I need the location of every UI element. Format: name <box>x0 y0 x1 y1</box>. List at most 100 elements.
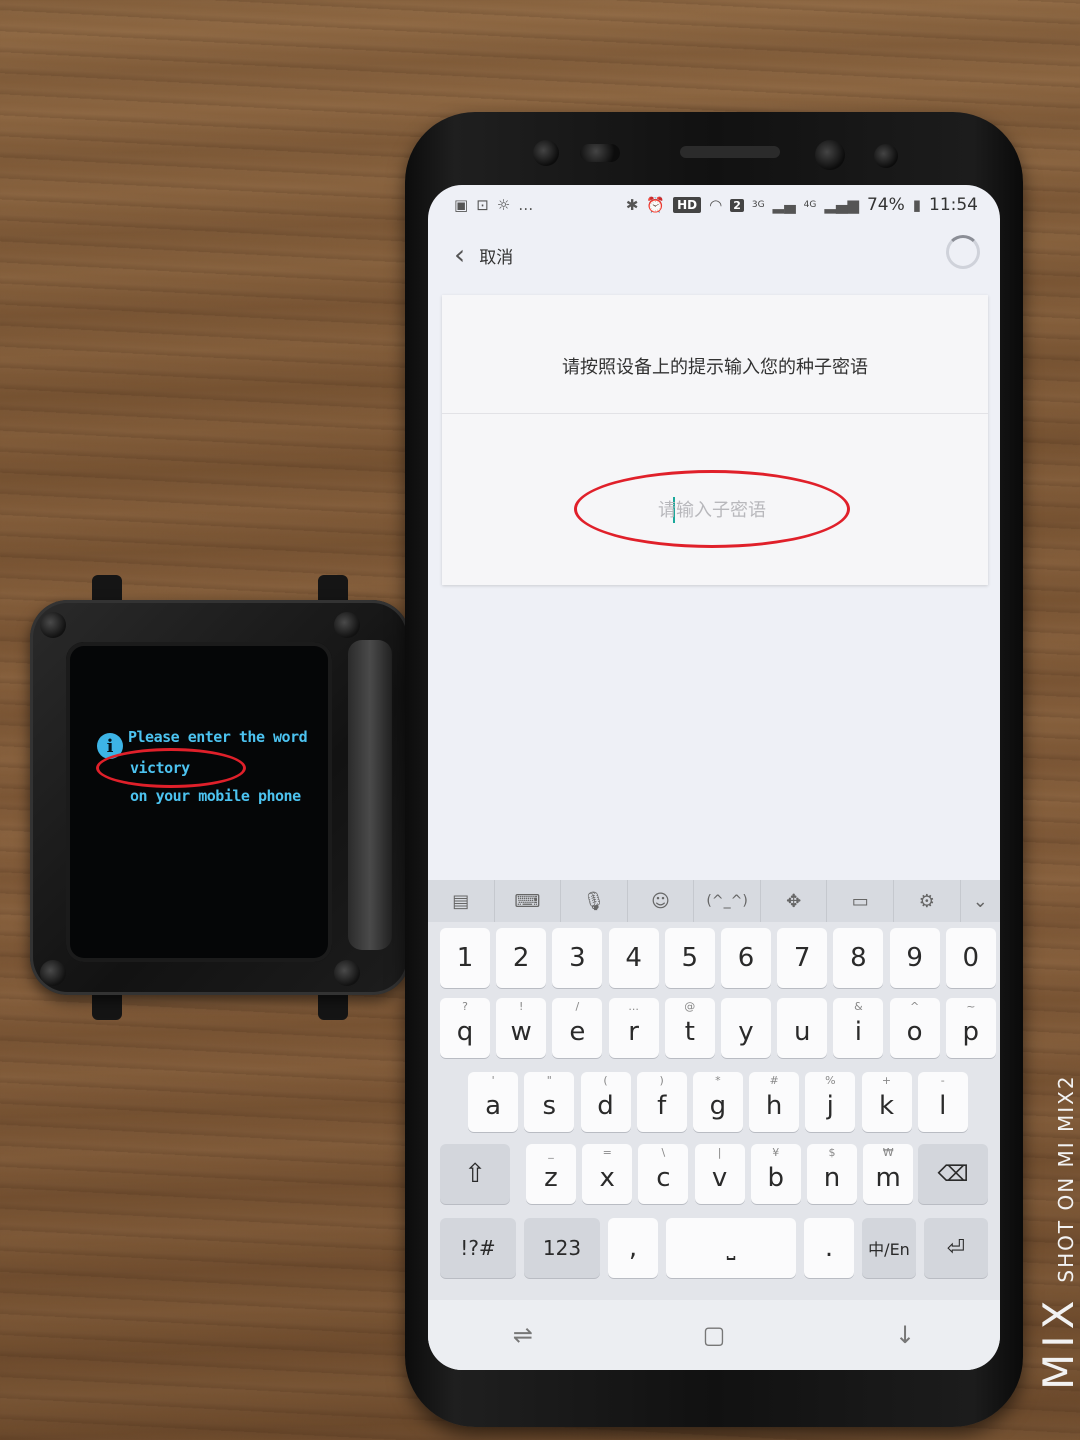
key-3[interactable]: 3 <box>552 928 603 988</box>
back-chevron-icon[interactable]: ‹ <box>454 241 465 269</box>
key-secondary-symbol: _ <box>548 1146 554 1159</box>
key-5[interactable]: 5 <box>664 928 715 988</box>
key-secondary-symbol: ( <box>603 1074 608 1087</box>
back-icon[interactable]: ↓ <box>895 1321 915 1349</box>
key-label: n <box>823 1163 841 1193</box>
watch-side-buttons <box>348 640 392 950</box>
chevron-down-icon[interactable]: ⌄ <box>961 880 1000 922</box>
period-key[interactable]: . <box>804 1218 854 1278</box>
key-secondary-symbol: # <box>769 1074 779 1087</box>
space-key[interactable]: ⎵ <box>666 1218 796 1278</box>
navigation-bar: ⇌ ▢ ↓ <box>428 1300 1000 1370</box>
key-label: g <box>709 1091 727 1121</box>
key-p[interactable]: ~ p <box>945 998 996 1058</box>
kaomoji-button[interactable]: (^_^) <box>694 880 761 922</box>
watch-screw <box>40 612 66 638</box>
key-label: 中/En <box>868 1240 910 1259</box>
key-g[interactable]: * g <box>692 1072 743 1132</box>
settings-icon[interactable]: ⚙ <box>894 880 961 922</box>
key-c[interactable]: \ c <box>638 1144 689 1204</box>
watch-instruction-line3: on your mobile phone <box>130 787 301 805</box>
clock: 11:54 <box>929 195 978 215</box>
key-z[interactable]: _ z <box>526 1144 576 1204</box>
numbers-key[interactable]: 123 <box>524 1218 600 1278</box>
key-label: 123 <box>542 1236 582 1260</box>
emoji-icon[interactable]: ☺ <box>628 880 695 922</box>
phone-speaker <box>680 146 780 158</box>
key-w[interactable]: ! w <box>496 998 547 1058</box>
symbols-key[interactable]: !?# <box>440 1218 516 1278</box>
key-r[interactable]: ... r <box>608 998 659 1058</box>
alarm-icon: ⏰ <box>646 196 666 214</box>
key-secondary-symbol: ^ <box>909 1000 920 1013</box>
key-7[interactable]: 7 <box>777 928 828 988</box>
key-label: ⇧ <box>464 1159 486 1189</box>
sun-icon: ☼ <box>496 196 511 214</box>
watermark-brand: MIX <box>1034 1294 1080 1390</box>
key-x[interactable]: = x <box>582 1144 633 1204</box>
key-label: c <box>656 1163 671 1193</box>
battery-icon: ▮ <box>912 196 921 214</box>
card-divider <box>442 413 988 414</box>
microphone-icon[interactable]: 🎙︎ <box>561 880 628 922</box>
key-l[interactable]: -l <box>917 1072 968 1132</box>
key-label: . <box>824 1233 834 1263</box>
key-secondary-symbol: % <box>825 1074 836 1087</box>
key-8[interactable]: 8 <box>833 928 884 988</box>
key-a[interactable]: ' a <box>468 1072 519 1132</box>
save-icon[interactable]: ▭ <box>827 880 895 922</box>
camera-watermark: MIX SHOT ON MI MIX2 <box>1034 1074 1080 1390</box>
key-6[interactable]: 6 <box>721 928 771 988</box>
key-d[interactable]: (d <box>580 1072 631 1132</box>
cancel-button[interactable]: 取消 <box>479 243 513 268</box>
shift-key[interactable]: ⇧ <box>440 1144 510 1204</box>
key-f[interactable]: ) f <box>636 1072 687 1132</box>
key-label: 0 <box>962 943 980 973</box>
recents-icon[interactable]: ⇌ <box>513 1321 533 1349</box>
move-icon[interactable]: ✥ <box>761 880 828 922</box>
key-t[interactable]: @ t <box>664 998 715 1058</box>
key-q[interactable]: ? q <box>440 998 490 1058</box>
key-secondary-symbol: = <box>602 1146 612 1159</box>
key-label: z <box>544 1163 558 1193</box>
watch-screw <box>40 960 66 986</box>
key-label: 3 <box>569 943 586 973</box>
key-e[interactable]: / e <box>552 998 603 1058</box>
key-1[interactable]: 1 <box>440 928 490 988</box>
key-i[interactable]: & i <box>833 998 884 1058</box>
key-label: q <box>456 1017 474 1047</box>
key-2[interactable]: 2 <box>496 928 547 988</box>
key-o[interactable]: ^ o <box>889 998 940 1058</box>
key-label: i <box>854 1017 862 1047</box>
key-label: 7 <box>793 943 811 973</box>
key-y[interactable]: y <box>721 998 771 1058</box>
key-m[interactable]: ₩ m <box>863 1144 914 1204</box>
lang-switch-key[interactable]: 中/En <box>862 1218 916 1278</box>
comma-key[interactable]: , <box>608 1218 658 1278</box>
key-v[interactable]: | v <box>694 1144 745 1204</box>
key-b[interactable]: ¥ b <box>750 1144 801 1204</box>
key-label: ⏎ <box>946 1235 966 1261</box>
key-secondary-symbol: ... <box>628 1000 639 1013</box>
keyboard-icon[interactable]: ⌨ <box>495 880 562 922</box>
key-9[interactable]: 9 <box>889 928 940 988</box>
home-icon[interactable]: ▢ <box>703 1321 726 1349</box>
key-secondary-symbol: ₩ <box>882 1146 894 1159</box>
key-s[interactable]: " s <box>524 1072 575 1132</box>
key-n[interactable]: $ n <box>807 1144 857 1204</box>
backspace-key[interactable]: ⌫ <box>918 1144 988 1204</box>
key-secondary-symbol: @ <box>684 1000 696 1013</box>
key-0[interactable]: 0 <box>945 928 996 988</box>
enter-key[interactable]: ⏎ <box>924 1218 988 1278</box>
key-u[interactable]: u <box>777 998 828 1058</box>
key-h[interactable]: # h <box>749 1072 800 1132</box>
more-dots-icon: … <box>518 196 534 214</box>
key-k[interactable]: + k <box>861 1072 912 1132</box>
keyboard: 1 2 3 4 5 6 7 8 9 0? q! w / e... r @ t y u & i ^ o ~ p ' a " s(d) f * g… <box>428 922 1000 1300</box>
network-4g: 4G <box>803 200 817 210</box>
clipboard-icon[interactable]: ▤ <box>428 880 495 922</box>
key-label: 9 <box>906 943 923 973</box>
key-4[interactable]: 4 <box>608 928 659 988</box>
key-j[interactable]: % j <box>805 1072 856 1132</box>
proximity-sensor-icon <box>874 144 898 168</box>
